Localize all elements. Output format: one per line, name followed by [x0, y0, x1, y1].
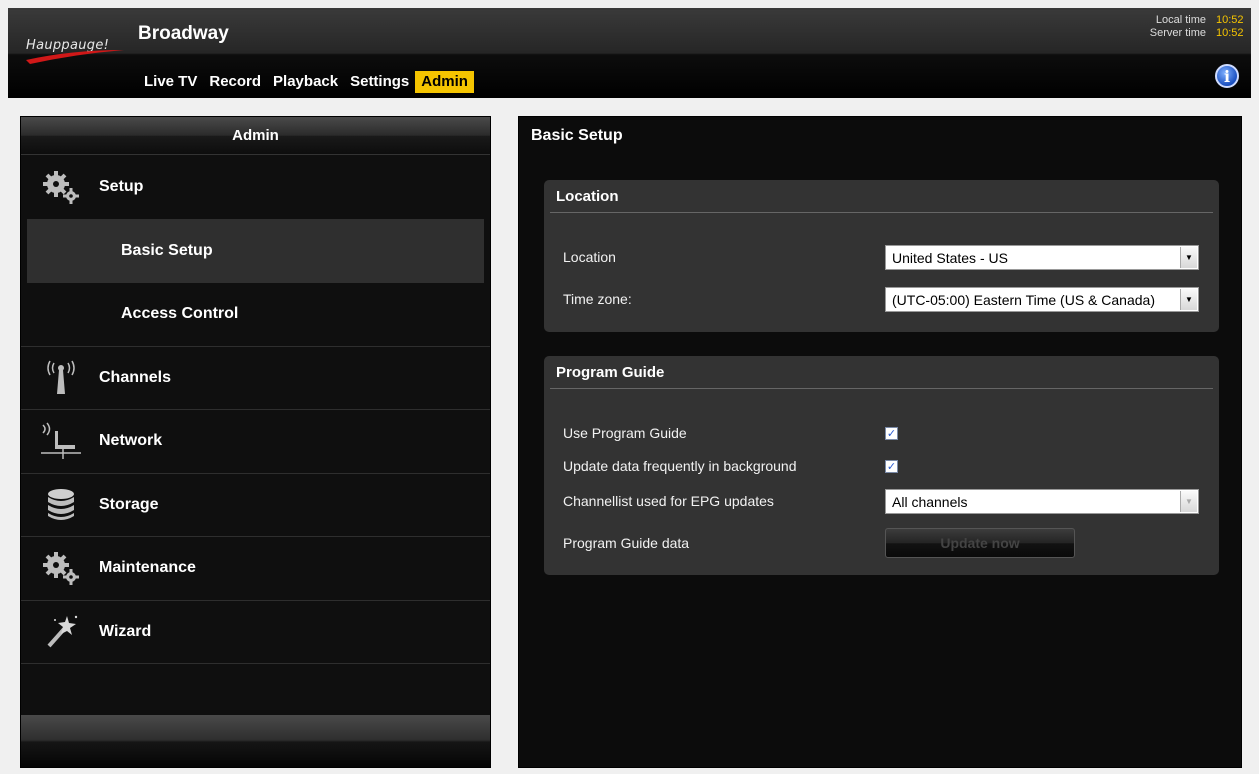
location-select[interactable]: United States - US ▼: [885, 244, 1199, 270]
section-title: Program Guide: [550, 356, 1213, 389]
sidebar-item-maintenance[interactable]: Maintenance: [21, 537, 490, 601]
sidebar-item-storage[interactable]: Storage: [21, 474, 490, 537]
hauppauge-logo: Hauppauge!: [26, 38, 126, 72]
guide-data-label: Program Guide data: [563, 535, 690, 551]
sidebar-item-label: Access Control: [121, 305, 239, 322]
top-bar: Hauppauge! Broadway Live TV Record Playb…: [8, 8, 1251, 98]
location-select-value: United States - US: [892, 249, 1008, 266]
sidebar-item-label: Storage: [99, 495, 159, 513]
logo-swoosh-icon: [26, 50, 124, 64]
sidebar-item-wizard[interactable]: Wizard: [21, 601, 490, 664]
sidebar-item-setup[interactable]: Setup: [21, 155, 490, 219]
sidebar-item-label: Wizard: [99, 622, 152, 640]
admin-sidebar: Admin Setup Basic Setup Access Control C…: [20, 116, 491, 768]
location-section: Location Location United States - US ▼ T…: [544, 180, 1219, 332]
info-icon[interactable]: i: [1215, 64, 1239, 88]
network-icon: [41, 421, 81, 461]
local-time-label: Local time: [1155, 14, 1206, 26]
page-title: Basic Setup: [531, 127, 623, 144]
location-label: Location: [563, 249, 616, 265]
update-background-label: Update data frequently in background: [563, 458, 797, 474]
program-guide-section: Program Guide Use Program Guide ✓ Update…: [544, 356, 1219, 575]
antenna-icon: [41, 358, 81, 398]
section-title: Location: [550, 180, 1213, 213]
gears-icon: [41, 548, 81, 588]
clock-panel: Local time 10:52 Server time 10:52: [1126, 14, 1244, 40]
channellist-label: Channellist used for EPG updates: [563, 493, 774, 509]
sidebar-item-network[interactable]: Network: [21, 410, 490, 474]
sidebar-item-label: Channels: [99, 368, 172, 386]
sidebar-item-channels[interactable]: Channels: [21, 347, 490, 410]
magic-wand-icon: [41, 612, 81, 652]
sidebar-title: Admin: [21, 117, 490, 155]
nav-admin[interactable]: Admin: [415, 71, 474, 93]
update-now-button[interactable]: Update now: [885, 528, 1075, 558]
sidebar-item-label: Setup: [99, 177, 144, 195]
timezone-select[interactable]: (UTC-05:00) Eastern Time (US & Canada) ▼: [885, 286, 1199, 312]
chevron-down-icon: ▼: [1180, 288, 1197, 310]
server-time-label: Server time: [1149, 27, 1206, 39]
sidebar-footer: [21, 715, 490, 767]
local-time-value: 10:52: [1216, 14, 1244, 26]
database-icon: [41, 485, 81, 525]
main-nav: Live TV Record Playback Settings Admin: [138, 71, 474, 93]
nav-record[interactable]: Record: [203, 71, 267, 93]
update-background-checkbox[interactable]: ✓: [885, 459, 898, 473]
timezone-row: Time zone: (UTC-05:00) Eastern Time (US …: [563, 286, 1201, 312]
app-title: Broadway: [138, 23, 229, 44]
channellist-select-value: All channels: [892, 493, 968, 510]
guide-data-row: Program Guide data Update now: [563, 527, 1201, 559]
chevron-down-icon: ▼: [1180, 246, 1197, 268]
channellist-select[interactable]: All channels ▼: [885, 488, 1199, 514]
location-row: Location United States - US ▼: [563, 244, 1201, 270]
sidebar-item-label: Maintenance: [99, 559, 196, 577]
nav-live-tv[interactable]: Live TV: [138, 71, 203, 93]
basic-setup-panel: Basic Setup Location Location United Sta…: [518, 116, 1242, 768]
timezone-select-value: (UTC-05:00) Eastern Time (US & Canada): [892, 291, 1155, 308]
use-guide-row: Use Program Guide ✓: [563, 420, 1201, 446]
nav-settings[interactable]: Settings: [344, 71, 415, 93]
sidebar-item-basic-setup[interactable]: Basic Setup: [27, 218, 484, 283]
use-guide-label: Use Program Guide: [563, 425, 687, 441]
sidebar-item-access-control[interactable]: Access Control: [21, 283, 490, 347]
server-time-value: 10:52: [1216, 27, 1244, 39]
chevron-down-icon: ▼: [1180, 490, 1197, 512]
nav-playback[interactable]: Playback: [267, 71, 344, 93]
timezone-label: Time zone:: [563, 291, 632, 307]
sidebar-item-label: Basic Setup: [121, 241, 213, 259]
use-guide-checkbox[interactable]: ✓: [885, 426, 898, 440]
channellist-row: Channellist used for EPG updates All cha…: [563, 488, 1201, 514]
update-background-row: Update data frequently in background ✓: [563, 453, 1201, 479]
gears-icon: [41, 167, 81, 207]
sidebar-item-label: Network: [99, 432, 163, 450]
